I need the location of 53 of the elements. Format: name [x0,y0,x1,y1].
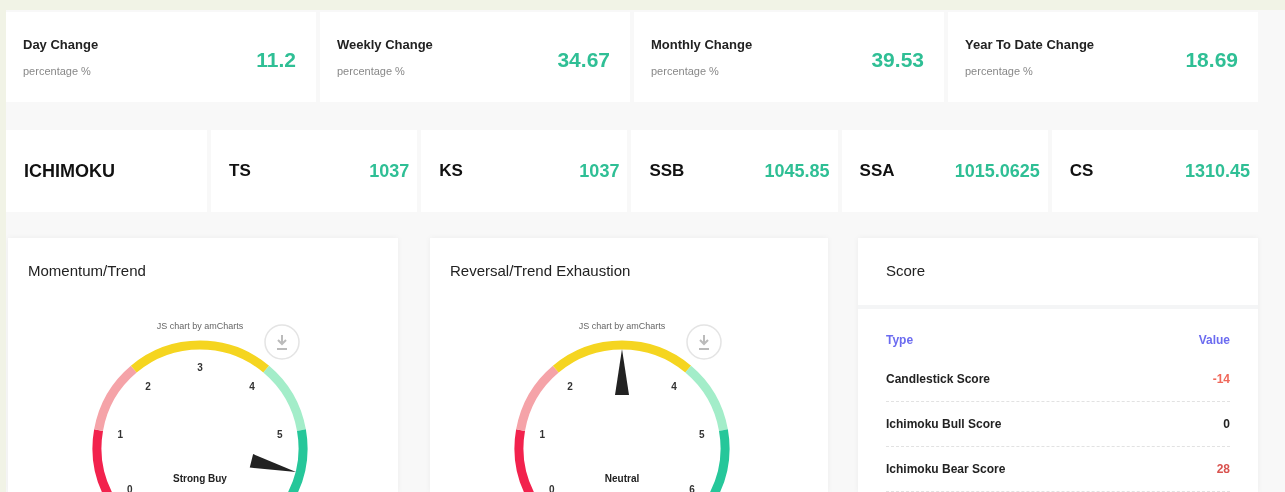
indicator-value: 1037 [369,159,410,183]
tick-label: 4 [249,380,255,392]
stat-subtitle: percentage % [965,63,1034,79]
stat-subtitle: percentage % [651,63,720,79]
tick-label: 0 [549,483,555,492]
score-value: 28 [1216,460,1230,478]
column-header: Type [886,331,914,349]
tick-label: 5 [277,428,283,440]
tick-label: 1 [539,428,545,440]
indicator-label: TS [229,160,251,183]
tick-label: 3 [197,361,203,373]
stat-title: Monthly Change [651,36,753,54]
tick-label: 5 [699,428,705,440]
score-type: Ichimoku Bull Score [886,415,1002,433]
stat-subtitle: percentage % [337,63,406,79]
gauge-title: Reversal/Trend Exhaustion [450,261,632,281]
stat-title: Weekly Change [337,36,433,54]
gauge-reading: Neutral [604,472,640,484]
download-button[interactable] [686,323,722,360]
tick-label: 4 [671,380,677,392]
stat-value: 18.69 [1185,47,1238,74]
stat-value: 39.53 [871,47,924,74]
indicator-label: KS [439,160,463,183]
chart-credit: JS chart by amCharts [156,320,244,331]
indicator-label: SSB [649,160,685,183]
download-button[interactable] [264,323,300,360]
column-header: Value [1198,331,1230,349]
stat-title: Day Change [23,36,99,54]
score-type: Candlestick Score [886,370,991,388]
tick-label: 6 [689,483,695,492]
stat-value: 34.67 [557,47,610,74]
stat-value: 11.2 [256,47,296,74]
indicator-label: SSA [859,160,895,183]
indicator-value: 1310.45 [1184,159,1250,183]
stat-subtitle: percentage % [23,63,92,79]
tick-label: 2 [145,380,151,392]
score-type: Ichimoku Bear Score [886,460,1006,478]
ichimoku-title: ICHIMOKU [24,159,115,183]
score-title: Score [886,262,926,279]
stat-title: Year To Date Change [965,36,1095,54]
tick-label: 2 [567,380,573,392]
indicator-value: 1015.0625 [954,159,1040,183]
indicator-value: 1037 [579,159,620,183]
indicator-value: 1045.85 [764,159,830,183]
chart-credit: JS chart by amCharts [578,320,666,331]
gauge-reading: Strong Buy [173,472,227,484]
score-value: -14 [1212,370,1230,388]
tick-label: 0 [127,483,133,492]
gauge-needle [249,453,297,472]
indicator-label: CS [1069,160,1094,183]
score-value: 0 [1223,415,1230,433]
gauge-title: Momentum/Trend [28,261,147,281]
tick-label: 1 [117,428,123,440]
